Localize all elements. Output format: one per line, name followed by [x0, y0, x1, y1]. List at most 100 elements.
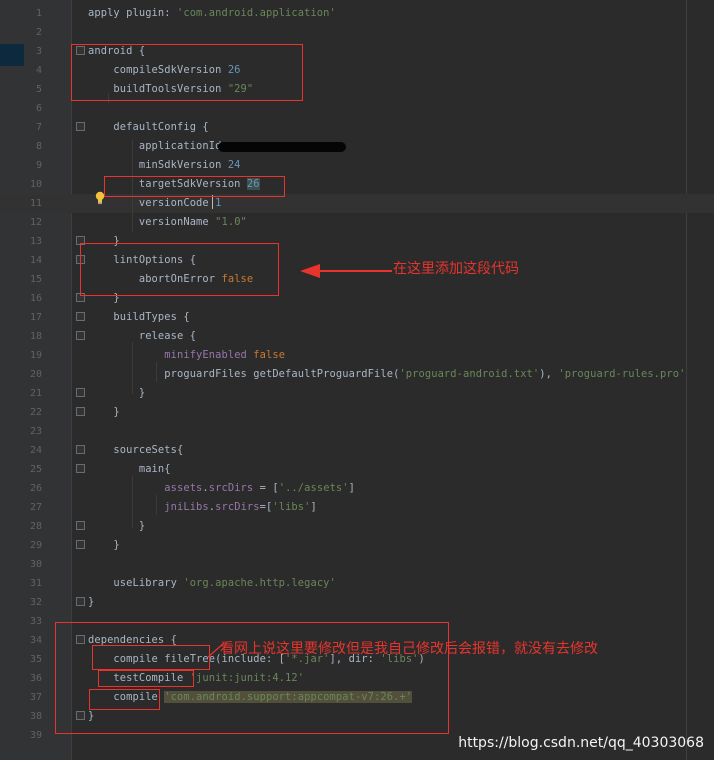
- text-caret: [212, 195, 213, 209]
- line-number: 9: [35, 160, 42, 171]
- line-number: 16: [29, 293, 42, 304]
- line-number: 4: [35, 65, 42, 76]
- code-text[interactable]: }: [88, 593, 94, 612]
- annotation-note-dependencies: 看网上说这里要修改但是我自己修改后会报错，就没有去修改: [220, 641, 598, 657]
- code-text[interactable]: sourceSets{: [88, 441, 183, 460]
- code-text[interactable]: minifyEnabled false: [88, 346, 285, 365]
- line-number: 32: [29, 597, 42, 608]
- arrow-left-icon: [300, 264, 392, 278]
- code-line[interactable]: 25 main{: [0, 460, 714, 479]
- indent-guide: [156, 362, 157, 382]
- code-text[interactable]: versionName "1.0": [88, 213, 247, 232]
- line-number: 21: [29, 388, 42, 399]
- code-line[interactable]: 23: [0, 422, 714, 441]
- highlight-box-test-compile: [98, 670, 194, 687]
- fold-toggle-icon[interactable]: [76, 464, 85, 473]
- fold-toggle-icon[interactable]: [76, 540, 85, 549]
- code-line[interactable]: 26 assets.srcDirs = ['../assets']: [0, 479, 714, 498]
- fold-toggle-icon[interactable]: [76, 407, 85, 416]
- code-line[interactable]: 2: [0, 23, 714, 42]
- line-number: 10: [29, 179, 42, 190]
- fold-toggle-icon[interactable]: [76, 312, 85, 321]
- code-line[interactable]: 27 jniLibs.srcDirs=['libs']: [0, 498, 714, 517]
- code-line[interactable]: 8 applicationId: [0, 137, 714, 156]
- indent-guide: [156, 495, 157, 515]
- line-number: 25: [29, 464, 42, 475]
- code-line[interactable]: 24 sourceSets{: [0, 441, 714, 460]
- line-number: 8: [35, 141, 42, 152]
- code-text[interactable]: useLibrary 'org.apache.http.legacy': [88, 574, 336, 593]
- line-number: 3: [35, 46, 42, 57]
- code-text[interactable]: applicationId: [88, 137, 222, 156]
- code-text[interactable]: }: [88, 536, 120, 555]
- line-number: 6: [35, 103, 42, 114]
- code-line[interactable]: 29 }: [0, 536, 714, 555]
- code-line[interactable]: 28 }: [0, 517, 714, 536]
- code-line[interactable]: 30: [0, 555, 714, 574]
- fold-toggle-icon[interactable]: [76, 122, 85, 131]
- fold-toggle-icon[interactable]: [76, 331, 85, 340]
- highlight-box-compile: [89, 689, 160, 710]
- code-text[interactable]: apply plugin: 'com.android.application': [88, 4, 336, 23]
- line-number: 35: [29, 654, 42, 665]
- line-number: 38: [29, 711, 42, 722]
- code-text[interactable]: main{: [88, 460, 171, 479]
- code-line[interactable]: 17 buildTypes {: [0, 308, 714, 327]
- line-number: 12: [29, 217, 42, 228]
- line-number: 1: [35, 8, 42, 19]
- highlight-box-android: [71, 44, 303, 101]
- code-text[interactable]: jniLibs.srcDirs=['libs']: [88, 498, 317, 517]
- indent-guide: [132, 342, 133, 394]
- line-number: 28: [29, 521, 42, 532]
- line-number: 30: [29, 559, 42, 570]
- code-text[interactable]: }: [88, 517, 145, 536]
- code-text[interactable]: defaultConfig {: [88, 118, 209, 137]
- code-line[interactable]: 22 }: [0, 403, 714, 422]
- highlight-box-target-sdk: [104, 176, 285, 197]
- code-line[interactable]: 12 versionName "1.0": [0, 213, 714, 232]
- line-number: 20: [29, 369, 42, 380]
- line-number: 22: [29, 407, 42, 418]
- redaction-scribble: [218, 142, 346, 152]
- line-number: 37: [29, 692, 42, 703]
- code-text[interactable]: assets.srcDirs = ['../assets']: [88, 479, 355, 498]
- code-text[interactable]: proguardFiles getDefaultProguardFile('pr…: [88, 365, 685, 384]
- line-number: 27: [29, 502, 42, 513]
- fold-toggle-icon[interactable]: [76, 521, 85, 530]
- line-number: 39: [29, 730, 42, 741]
- highlight-box-compile-filetree: [92, 645, 210, 670]
- code-line[interactable]: 7 defaultConfig {: [0, 118, 714, 137]
- line-number: 31: [29, 578, 42, 589]
- line-number: 15: [29, 274, 42, 285]
- fold-toggle-icon[interactable]: [76, 445, 85, 454]
- code-line[interactable]: 21 }: [0, 384, 714, 403]
- code-line[interactable]: 31 useLibrary 'org.apache.http.legacy': [0, 574, 714, 593]
- line-number: 18: [29, 331, 42, 342]
- code-line[interactable]: 9 minSdkVersion 24: [0, 156, 714, 175]
- code-line[interactable]: 19 minifyEnabled false: [0, 346, 714, 365]
- code-line[interactable]: 1 apply plugin: 'com.android.application': [0, 4, 714, 23]
- fold-toggle-icon[interactable]: [76, 597, 85, 606]
- line-number: 2: [35, 27, 42, 38]
- line-number: 36: [29, 673, 42, 684]
- code-text[interactable]: buildTypes {: [88, 308, 190, 327]
- fold-toggle-icon[interactable]: [76, 388, 85, 397]
- code-text[interactable]: }: [88, 403, 120, 422]
- line-number: 14: [29, 255, 42, 266]
- line-number: 29: [29, 540, 42, 551]
- line-number: 26: [29, 483, 42, 494]
- highlight-box-lint-options: [80, 243, 279, 296]
- code-text[interactable]: release {: [88, 327, 196, 346]
- line-number: 19: [29, 350, 42, 361]
- line-number: 33: [29, 616, 42, 627]
- line-number: 23: [29, 426, 42, 437]
- code-text[interactable]: }: [88, 384, 145, 403]
- indent-guide: [132, 476, 133, 528]
- code-text[interactable]: minSdkVersion 24: [88, 156, 241, 175]
- code-line[interactable]: 32}: [0, 593, 714, 612]
- code-line[interactable]: 18 release {: [0, 327, 714, 346]
- watermark: https://blog.csdn.net/qq_40303068: [458, 735, 704, 751]
- line-number: 24: [29, 445, 42, 456]
- code-line[interactable]: 20 proguardFiles getDefaultProguardFile(…: [0, 365, 714, 384]
- line-number: 5: [35, 84, 42, 95]
